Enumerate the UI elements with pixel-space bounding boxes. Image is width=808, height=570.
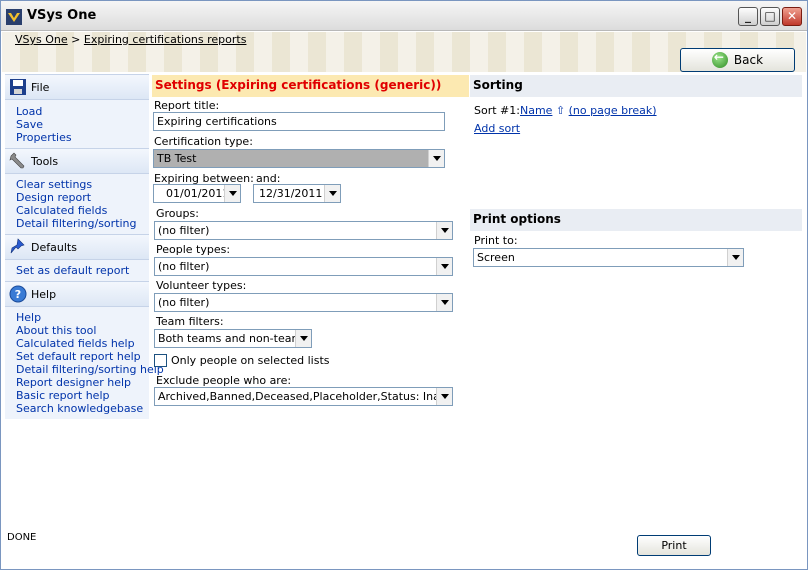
- breadcrumb-current-link[interactable]: Expiring certifications reports: [84, 33, 247, 46]
- people-types-label: People types:: [156, 243, 231, 256]
- add-sort-link[interactable]: Add sort: [474, 122, 520, 135]
- close-button[interactable]: ✕: [782, 7, 802, 26]
- team-filters-select[interactable]: Both teams and non-teams: [154, 329, 312, 348]
- print-options-header: Print options: [470, 209, 802, 231]
- sidebar-link-search-kb[interactable]: Search knowledgebase: [16, 402, 143, 415]
- breadcrumb-separator: >: [71, 33, 81, 46]
- chevron-down-icon: [436, 222, 452, 239]
- people-types-value: (no filter): [158, 260, 210, 273]
- breadcrumb: VSys One > Expiring certifications repor…: [15, 33, 246, 46]
- chevron-down-icon: [436, 258, 452, 275]
- maximize-button[interactable]: □: [760, 7, 780, 26]
- chevron-down-icon: [224, 185, 240, 202]
- certification-type-select[interactable]: TB Test: [153, 149, 445, 168]
- sidebar-section-help: ? Help: [5, 281, 149, 307]
- sidebar-link-calc-fields-help[interactable]: Calculated fields help: [16, 337, 135, 350]
- only-selected-lists-checkbox[interactable]: [154, 354, 167, 367]
- sidebar-link-help[interactable]: Help: [16, 311, 41, 324]
- volunteer-types-value: (no filter): [158, 296, 210, 309]
- sidebar-link-detail-filtering-help[interactable]: Detail filtering/sorting help: [16, 363, 164, 376]
- sorting-header: Sorting: [470, 75, 802, 97]
- sidebar-link-set-default-help[interactable]: Set default report help: [16, 350, 141, 363]
- back-button-label: Back: [733, 53, 764, 67]
- sidebar-link-save[interactable]: Save: [16, 118, 43, 131]
- print-to-select[interactable]: Screen: [473, 248, 744, 267]
- app-window: VSys One _ □ ✕ VSys One > Expiring certi…: [0, 0, 808, 570]
- sort-1-row: Sort #1:Name ⇧ (no page break): [474, 104, 657, 117]
- sidebar-link-about[interactable]: About this tool: [16, 324, 96, 337]
- team-filters-value: Both teams and non-teams: [158, 332, 308, 345]
- only-selected-lists-label: Only people on selected lists: [171, 354, 330, 367]
- sidebar-section-defaults-label: Defaults: [31, 241, 77, 254]
- sidebar-section-tools: Tools: [5, 148, 149, 174]
- title-bar: VSys One _ □ ✕: [1, 1, 807, 31]
- print-to-label: Print to:: [474, 234, 518, 247]
- volunteer-types-label: Volunteer types:: [156, 279, 247, 292]
- certification-type-value: TB Test: [157, 152, 197, 165]
- date-from-picker[interactable]: 01/01/2011: [153, 184, 241, 203]
- chevron-down-icon: [324, 185, 340, 202]
- sidebar-section-file-label: File: [31, 81, 50, 94]
- groups-select[interactable]: (no filter): [154, 221, 453, 240]
- sidebar-link-design-report[interactable]: Design report: [16, 191, 91, 204]
- exclude-label: Exclude people who are:: [156, 374, 292, 387]
- sort-1-field-link[interactable]: Name: [520, 104, 552, 117]
- floppy-disk-icon: [10, 79, 26, 95]
- status-text: DONE: [7, 532, 37, 543]
- volunteer-types-select[interactable]: (no filter): [154, 293, 453, 312]
- sidebar-section-help-label: Help: [31, 288, 57, 301]
- print-button[interactable]: Print: [637, 535, 711, 556]
- chevron-down-icon: [436, 388, 452, 405]
- back-button[interactable]: Back: [680, 48, 795, 72]
- sidebar-section-tools-label: Tools: [31, 155, 59, 168]
- exclude-people-value: Archived,Banned,Deceased,Placeholder,Sta…: [158, 390, 449, 403]
- app-logo-icon: [6, 9, 22, 25]
- help-question-icon: ?: [9, 285, 27, 303]
- wrench-icon: [9, 152, 25, 169]
- sidebar-link-calculated-fields[interactable]: Calculated fields: [16, 204, 107, 217]
- people-types-select[interactable]: (no filter): [154, 257, 453, 276]
- sidebar-section-file: File: [5, 74, 149, 100]
- sidebar-link-clear-settings[interactable]: Clear settings: [16, 178, 92, 191]
- page-break-link[interactable]: (no page break): [569, 104, 657, 117]
- sidebar-link-report-designer-help[interactable]: Report designer help: [16, 376, 131, 389]
- certification-type-label: Certification type:: [154, 135, 253, 148]
- window-title: VSys One: [27, 8, 97, 23]
- chevron-down-icon: [436, 294, 452, 311]
- sort-1-prefix: Sort #1:: [474, 104, 520, 117]
- exclude-people-select[interactable]: Archived,Banned,Deceased,Placeholder,Sta…: [154, 387, 453, 406]
- groups-label: Groups:: [156, 207, 199, 220]
- team-filters-label: Team filters:: [156, 315, 224, 328]
- back-arrow-icon: [711, 50, 728, 68]
- sidebar: File Load Save Properties Tools Clear se…: [5, 74, 164, 419]
- sidebar-link-set-default[interactable]: Set as default report: [16, 264, 129, 277]
- groups-value: (no filter): [158, 224, 210, 237]
- chevron-down-icon: [727, 249, 743, 266]
- chevron-down-icon: [295, 330, 311, 347]
- sidebar-link-detail-filtering[interactable]: Detail filtering/sorting: [16, 217, 137, 230]
- settings-header: Settings (Expiring certifications (gener…: [152, 75, 469, 97]
- sidebar-section-defaults: Defaults: [5, 234, 149, 260]
- report-title-input[interactable]: Expiring certifications: [153, 112, 445, 131]
- sidebar-link-basic-report-help[interactable]: Basic report help: [16, 389, 110, 402]
- print-to-value: Screen: [477, 251, 515, 264]
- pushpin-icon: [10, 238, 25, 254]
- minimize-button[interactable]: _: [738, 7, 758, 26]
- breadcrumb-home-link[interactable]: VSys One: [15, 33, 68, 46]
- svg-text:?: ?: [15, 288, 21, 301]
- report-title-label: Report title:: [154, 99, 220, 112]
- chevron-down-icon: [428, 150, 444, 167]
- sidebar-link-properties[interactable]: Properties: [16, 131, 72, 144]
- date-to-picker[interactable]: 12/31/2011: [253, 184, 341, 203]
- sort-ascending-icon[interactable]: ⇧: [556, 104, 565, 117]
- sidebar-link-load[interactable]: Load: [16, 105, 42, 118]
